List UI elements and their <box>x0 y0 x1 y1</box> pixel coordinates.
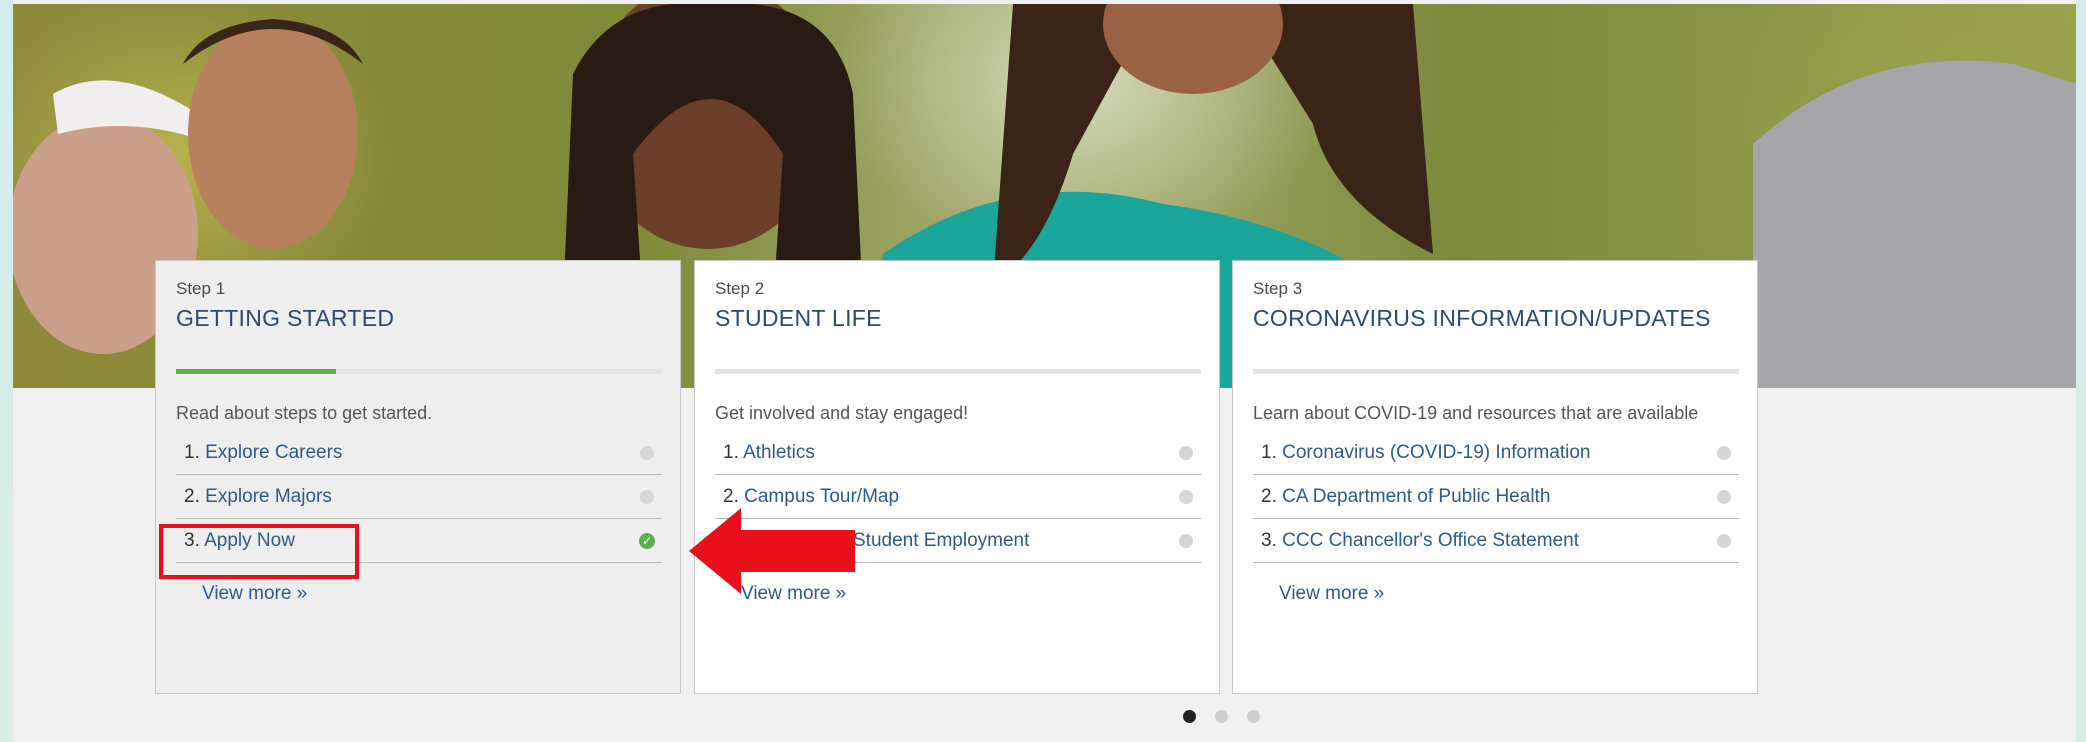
dot-icon <box>1179 534 1193 548</box>
athletics-link[interactable]: Athletics <box>743 442 815 463</box>
chancellors-statement-link[interactable]: CCC Chancellor's Office Statement <box>1282 530 1579 551</box>
left-page-edge <box>0 0 13 742</box>
list-item[interactable]: 2. CA Department of Public Health <box>1253 475 1739 519</box>
red-arrow-icon <box>689 508 855 594</box>
dot-icon <box>1717 534 1731 548</box>
item-number: 3. <box>1261 530 1277 551</box>
progress-bar-fill <box>176 369 337 374</box>
progress-bar <box>176 369 662 374</box>
carousel-dot-3[interactable] <box>1247 710 1260 723</box>
list-item[interactable]: 2. Explore Majors <box>176 475 662 519</box>
dot-icon <box>640 490 654 504</box>
card-title[interactable]: CORONAVIRUS INFORMATION/UPDATES <box>1253 305 1711 332</box>
item-number: 2. <box>184 486 200 507</box>
step-card-student-life: Step 2 STUDENT LIFE Get involved and sta… <box>694 260 1220 694</box>
step-number-label: Step 2 <box>715 279 765 298</box>
student-employment-link[interactable]: Student Employment <box>853 530 1029 551</box>
view-more-link[interactable]: View more » <box>1279 583 1384 605</box>
card-description: Read about steps to get started. <box>176 403 433 423</box>
dot-icon <box>1717 490 1731 504</box>
card-title[interactable]: GETTING STARTED <box>176 305 394 332</box>
step-number-label: Step 1 <box>176 279 226 298</box>
item-number: 2. <box>723 486 739 507</box>
card-title[interactable]: STUDENT LIFE <box>715 305 882 332</box>
dot-icon <box>1179 490 1193 504</box>
item-number: 1. <box>723 442 739 463</box>
list-item[interactable]: 1. Explore Careers <box>176 431 662 475</box>
list-item[interactable]: 1. Coronavirus (COVID-19) Information <box>1253 431 1739 475</box>
list-item[interactable]: 1. Athletics <box>715 431 1201 475</box>
right-page-edge <box>2076 0 2086 742</box>
annotation-highlight-box <box>159 524 359 579</box>
check-circle-icon: ✓ <box>639 533 655 549</box>
step-card-getting-started: Step 1 GETTING STARTED Read about steps … <box>155 260 681 694</box>
step-card-coronavirus-updates: Step 3 CORONAVIRUS INFORMATION/UPDATES L… <box>1232 260 1758 694</box>
dot-icon <box>1717 446 1731 460</box>
progress-bar <box>1253 369 1739 374</box>
campus-tour-map-link[interactable]: Campus Tour/Map <box>744 486 899 507</box>
list-item[interactable]: 3. CCC Chancellor's Office Statement <box>1253 519 1739 563</box>
explore-careers-link[interactable]: Explore Careers <box>205 442 342 463</box>
progress-bar <box>715 369 1201 374</box>
item-number: 2. <box>1261 486 1277 507</box>
carousel-pager <box>1183 710 1260 723</box>
step-number-label: Step 3 <box>1253 279 1303 298</box>
card-description: Get involved and stay engaged! <box>715 403 969 423</box>
ca-public-health-link[interactable]: CA Department of Public Health <box>1282 486 1550 507</box>
dot-icon <box>640 446 654 460</box>
carousel-dot-2[interactable] <box>1215 710 1228 723</box>
item-number: 1. <box>1261 442 1277 463</box>
dot-icon <box>1179 446 1193 460</box>
carousel-dot-1[interactable] <box>1183 710 1196 723</box>
covid-information-link[interactable]: Coronavirus (COVID-19) Information <box>1282 442 1590 463</box>
view-more-link[interactable]: View more » <box>202 583 307 605</box>
item-number: 1. <box>184 442 200 463</box>
steps-list: 1. Coronavirus (COVID-19) Information 2.… <box>1253 431 1739 563</box>
explore-majors-link[interactable]: Explore Majors <box>205 486 332 507</box>
card-description: Learn about COVID-19 and resources that … <box>1253 403 1699 423</box>
